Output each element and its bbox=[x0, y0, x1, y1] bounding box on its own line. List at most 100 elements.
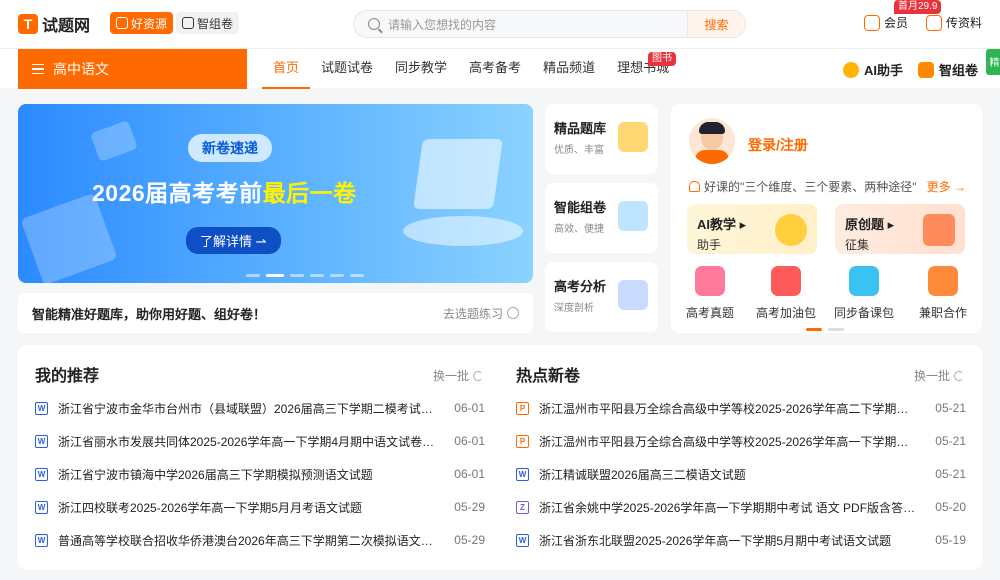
item-title: 浙江省丽水市发展共同体2025-2026学年高一下学期4月期中语文试卷（含答案） bbox=[58, 434, 449, 449]
tool-sync-lesson[interactable]: 同步备课包 bbox=[832, 266, 896, 321]
resource-icon bbox=[116, 17, 128, 29]
more-link[interactable]: 更多 → bbox=[927, 178, 966, 195]
item-title: 浙江省浙东北联盟2025-2026学年高一下学期5月期中考试语文试题 bbox=[539, 533, 892, 548]
ai-assistant-button[interactable]: AI助手 bbox=[843, 60, 903, 79]
slogan-bar: 智能精准好题库，助你用好题、组好卷！ 去选题练习 bbox=[18, 293, 533, 333]
refresh-icon bbox=[473, 370, 484, 381]
member-button[interactable]: 会员 bbox=[864, 14, 908, 31]
login-register-link[interactable]: 登录/注册 bbox=[748, 135, 808, 155]
card-premium-bank[interactable]: 精品题库 优质、丰富 bbox=[545, 104, 658, 174]
word-file-icon: W bbox=[35, 401, 48, 415]
list-item[interactable]: W 浙江省宁波市金华市台州市（县域联盟）2026届高三下学期二模考试语文试题 06-… bbox=[35, 398, 485, 418]
smart-paper-label: 智组卷 bbox=[197, 16, 234, 31]
list-section: 我的推荐 换一批 W 浙江省宁波市金华市台州市（县域联盟）2026届高三下学期二模… bbox=[18, 345, 982, 570]
smart-group-button[interactable]: 智组卷 bbox=[918, 60, 978, 79]
list-item[interactable]: W 浙江省丽水市发展共同体2025-2026学年高一下学期4月期中语文试卷（含答案… bbox=[35, 431, 485, 451]
carousel-dot[interactable] bbox=[350, 274, 364, 277]
user-panel: 登录/注册 好课的"三个维度、三个要素、两种途径" 更多 → AI教学 ▸ 助手… bbox=[671, 104, 982, 333]
page-dot-active[interactable] bbox=[806, 328, 822, 331]
item-date: 06-01 bbox=[454, 467, 485, 481]
book-badge: 图书 bbox=[648, 52, 676, 66]
avatar[interactable] bbox=[689, 118, 735, 164]
original-question-icon bbox=[923, 214, 955, 246]
item-title: 浙江温州市平阳县万全综合高级中学等校2025-2026学年高二下学期第一次联考语… bbox=[539, 401, 930, 416]
ai-teaching-card[interactable]: AI教学 ▸ 助手 bbox=[687, 204, 817, 254]
tool-part-time[interactable]: 兼职合作 bbox=[911, 266, 975, 321]
word-file-icon: W bbox=[516, 533, 529, 547]
tool-exam-real[interactable]: 高考真题 bbox=[678, 266, 742, 321]
chevron-right-icon bbox=[507, 307, 519, 319]
list-item[interactable]: W 浙江省浙东北联盟2025-2026学年高一下学期5月期中考试语文试题 05-19 bbox=[516, 530, 966, 550]
pedestal-decoration bbox=[403, 216, 523, 246]
avatar-hair bbox=[699, 122, 725, 134]
logo-text: 试题网 bbox=[42, 18, 91, 35]
item-title: 浙江省余姚中学2025-2026学年高一下学期期中考试 语文 PDF版含答案（可… bbox=[539, 500, 930, 515]
card-smart-paper[interactable]: 智能组卷 高效、便捷 bbox=[545, 183, 658, 253]
question-bank-icon bbox=[618, 122, 648, 152]
list-item[interactable]: W 普通高等学校联合招收华侨港澳台2026年高三下学期第二次模拟语文试题 05-29 bbox=[35, 530, 485, 550]
banner-title-main: 2026届高考考前 bbox=[92, 180, 263, 206]
document-stack-icon bbox=[413, 139, 503, 209]
carousel-dot[interactable] bbox=[246, 274, 260, 277]
list-item[interactable]: W 浙江省宁波市镇海中学2026届高三下学期模拟预测语文试题 06-01 bbox=[35, 464, 485, 484]
item-date: 05-21 bbox=[935, 467, 966, 481]
part-time-icon bbox=[928, 266, 958, 296]
page-dot[interactable] bbox=[828, 328, 844, 331]
item-date: 06-01 bbox=[454, 401, 485, 415]
list-item[interactable]: P 浙江温州市平阳县万全综合高级中学等校2025-2026学年高二下学期第一次联考… bbox=[516, 398, 966, 418]
list-item[interactable]: W 浙江四校联考2025-2026学年高一下学期5月月考语文试题 05-29 bbox=[35, 497, 485, 517]
list-item[interactable]: P 浙江温州市平阳县万全综合高级中学等校2025-2026学年高一下学期第一次联考… bbox=[516, 431, 966, 451]
sync-lesson-icon bbox=[849, 266, 879, 296]
carousel-dot-active[interactable] bbox=[266, 274, 284, 277]
hot-title: 热点新卷 bbox=[516, 368, 581, 385]
item-title: 浙江省宁波市金华市台州市（县域联盟）2026届高三下学期二模考试语文试题 bbox=[58, 401, 449, 416]
tool-boost-pack[interactable]: 高考加油包 bbox=[754, 266, 818, 321]
compose-paper-icon bbox=[618, 201, 648, 231]
search-input[interactable]: 请输入您想找的内容 bbox=[388, 16, 687, 33]
tool-label: 同步备课包 bbox=[833, 306, 894, 320]
search-button[interactable]: 搜索 bbox=[687, 11, 745, 37]
nav-tabs: 首页 试题试卷 同步教学 高考备考 精品频道 理想书城 bbox=[262, 49, 680, 89]
upload-button[interactable]: 传资料 bbox=[926, 14, 982, 31]
hero-banner[interactable]: 新卷速递 2026届高考考前最后一卷 了解详情 ⇀ bbox=[18, 104, 533, 283]
upload-icon bbox=[926, 14, 942, 31]
menu-icon bbox=[32, 64, 44, 74]
banner-tag: 新卷速递 bbox=[188, 134, 272, 162]
card-exam-analysis[interactable]: 高考分析 深度剖析 bbox=[545, 262, 658, 332]
tab-sync-teaching[interactable]: 同步教学 bbox=[384, 49, 458, 89]
paper-decoration-icon bbox=[90, 120, 138, 162]
carousel-dot[interactable] bbox=[310, 274, 324, 277]
nav-bar: 高中语文 首页 试题试卷 同步教学 高考备考 精品频道 理想书城 图书 AI助手… bbox=[0, 48, 1000, 89]
tab-exam-prep[interactable]: 高考备考 bbox=[458, 49, 532, 89]
smart-paper-button[interactable]: 智组卷 bbox=[176, 12, 240, 34]
tab-home[interactable]: 首页 bbox=[262, 49, 311, 89]
tab-premium[interactable]: 精品频道 bbox=[532, 49, 606, 89]
tool-label: 高考真题 bbox=[685, 306, 734, 320]
word-file-icon: W bbox=[35, 533, 48, 547]
refresh-label: 换一批 bbox=[914, 369, 951, 383]
banner-detail-button[interactable]: 了解详情 ⇀ bbox=[186, 227, 281, 254]
recommend-refresh-button[interactable]: 换一批 bbox=[433, 367, 484, 384]
list-item[interactable]: Z 浙江省余姚中学2025-2026学年高一下学期期中考试 语文 PDF版含答案（… bbox=[516, 497, 966, 517]
site-logo[interactable]: T 试题网 bbox=[18, 12, 90, 36]
smart-group-icon bbox=[918, 61, 934, 78]
tab-papers[interactable]: 试题试卷 bbox=[310, 49, 384, 89]
carousel-dot[interactable] bbox=[290, 274, 304, 277]
item-date: 05-19 bbox=[935, 533, 966, 547]
notice[interactable]: 好课的"三个维度、三个要素、两种途径" bbox=[689, 178, 917, 195]
item-date: 05-21 bbox=[935, 434, 966, 448]
category-selector[interactable]: 高中语文 bbox=[18, 49, 247, 89]
item-date: 06-01 bbox=[454, 434, 485, 448]
item-date: 05-20 bbox=[935, 500, 966, 514]
go-practice-link[interactable]: 去选题练习 bbox=[443, 305, 519, 322]
good-resource-button[interactable]: 好资源 bbox=[110, 12, 174, 34]
refresh-icon bbox=[954, 370, 965, 381]
word-file-icon: W bbox=[35, 467, 48, 481]
bell-icon bbox=[689, 181, 700, 192]
item-date: 05-21 bbox=[935, 401, 966, 415]
ai-mascot-icon bbox=[775, 214, 807, 246]
hot-refresh-button[interactable]: 换一批 bbox=[914, 367, 965, 384]
carousel-dot[interactable] bbox=[330, 274, 344, 277]
original-question-card[interactable]: 原创题 ▸ 征集 bbox=[835, 204, 965, 254]
list-item[interactable]: W 浙江精诚联盟2026届高三二模语文试题 05-21 bbox=[516, 464, 966, 484]
